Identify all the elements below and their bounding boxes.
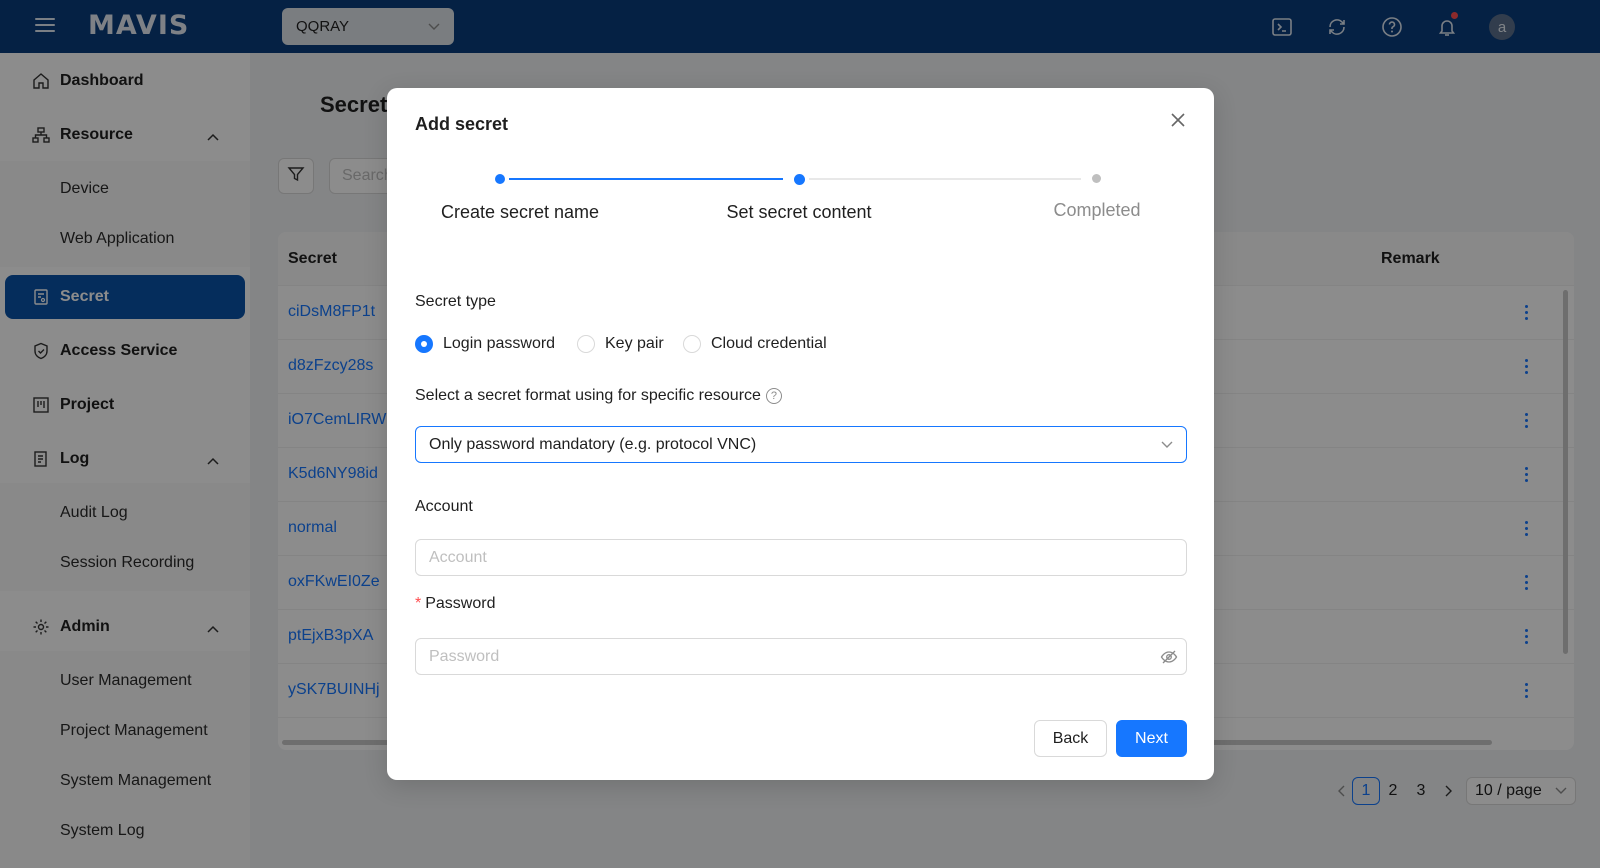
- step-1-dot: [495, 174, 505, 184]
- next-button[interactable]: Next: [1116, 720, 1187, 757]
- required-mark: *: [415, 595, 422, 612]
- close-icon[interactable]: [1166, 108, 1190, 132]
- chevron-down-icon: [1161, 436, 1173, 454]
- radio-label: Cloud credential: [711, 335, 827, 352]
- step-3-dot: [1092, 174, 1101, 183]
- step-3-label: Completed: [1053, 200, 1141, 220]
- step-connector-pending: [809, 178, 1081, 180]
- add-secret-modal: Add secret Create secret name Set secret…: [387, 88, 1214, 780]
- step-2-dot: [794, 174, 805, 185]
- account-input[interactable]: [415, 539, 1187, 576]
- password-label: * Password: [415, 595, 495, 613]
- step-2-label: Set secret content: [726, 202, 872, 222]
- step-connector-done: [509, 178, 783, 180]
- radio-label: Key pair: [605, 335, 664, 352]
- radio-circle: [577, 335, 595, 353]
- radio-label: Login password: [443, 335, 556, 352]
- secret-format-select[interactable]: Only password mandatory (e.g. protocol V…: [415, 426, 1187, 463]
- radio-circle: [415, 335, 433, 353]
- back-button[interactable]: Back: [1034, 720, 1107, 757]
- secret-format-label-text: Select a secret format using for specifi…: [415, 387, 761, 404]
- radio-login-password[interactable]: Login password: [415, 335, 555, 353]
- secret-format-label: Select a secret format using for specifi…: [415, 387, 782, 405]
- modal-title: Add secret: [415, 114, 509, 134]
- account-label: Account: [415, 498, 473, 515]
- password-input[interactable]: [415, 638, 1187, 675]
- secret-type-label: Secret type: [415, 293, 496, 310]
- step-1-label: Create secret name: [440, 202, 600, 222]
- radio-circle: [683, 335, 701, 353]
- question-circle-icon[interactable]: ?: [765, 387, 782, 404]
- radio-cloud-credential[interactable]: Cloud credential: [683, 335, 827, 353]
- password-label-text: Password: [425, 595, 496, 612]
- eye-invisible-icon[interactable]: [1159, 647, 1179, 667]
- radio-key-pair[interactable]: Key pair: [577, 335, 664, 353]
- secret-format-value: Only password mandatory (e.g. protocol V…: [429, 435, 757, 453]
